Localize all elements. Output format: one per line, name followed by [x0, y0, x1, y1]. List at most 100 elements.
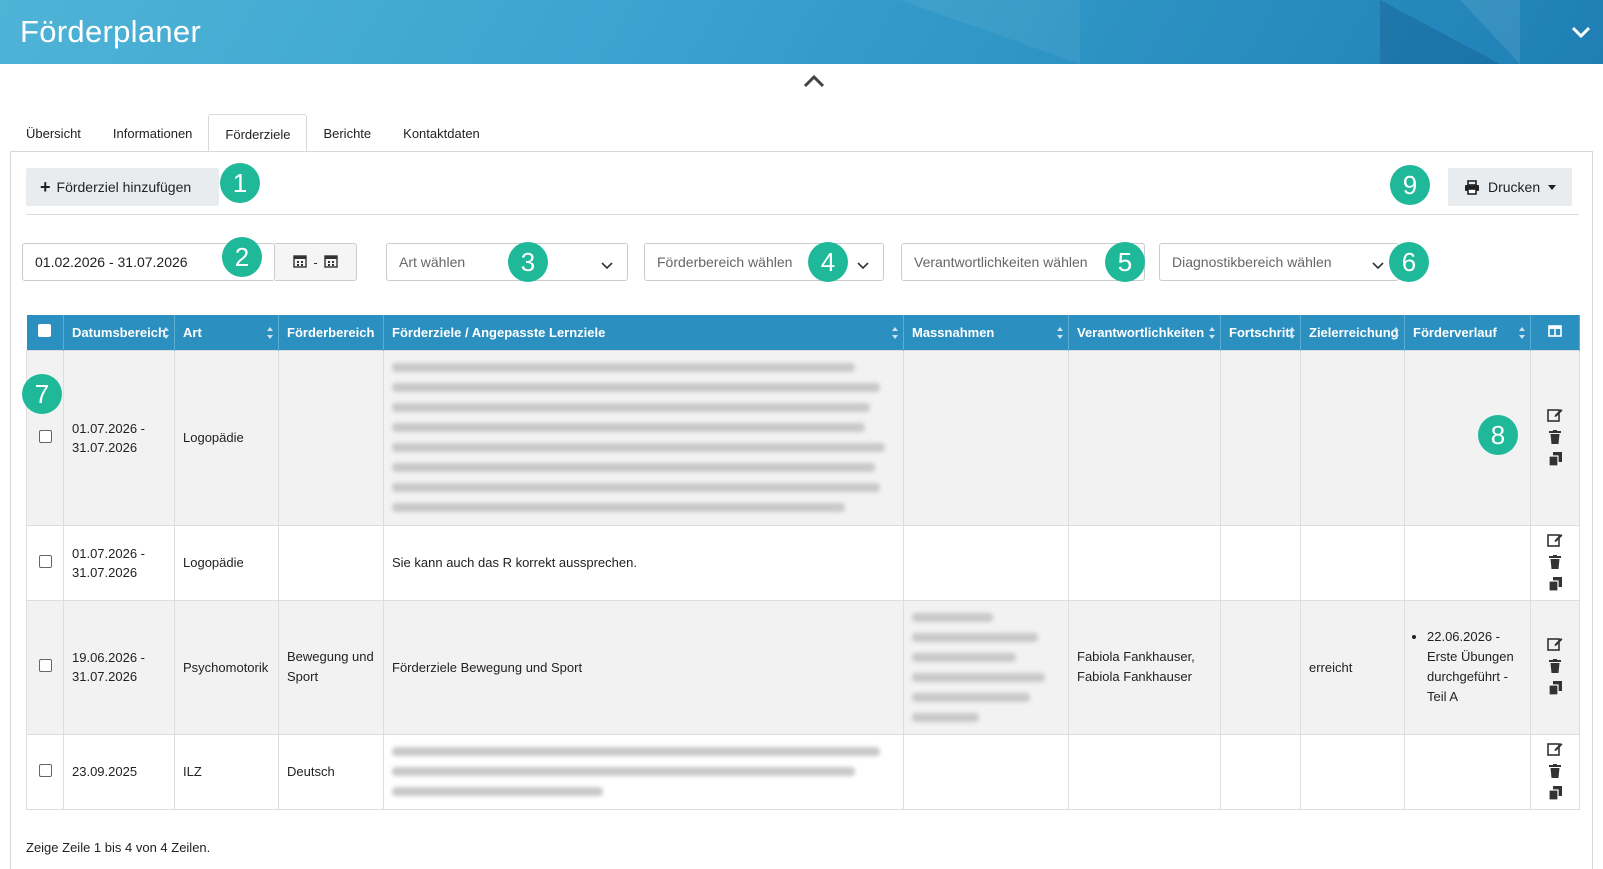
add-foerderziel-button[interactable]: + Förderziel hinzufügen	[26, 168, 219, 206]
table-header-row: Datumsbereich Art Förderbereich Förderzi…	[26, 315, 1580, 350]
sort-icon	[1057, 327, 1063, 339]
cell-ziele-redacted	[383, 349, 904, 526]
cell-datum: 23.09.2025	[63, 733, 175, 810]
calendar-icon	[323, 254, 338, 271]
col-header-foerderverlauf[interactable]: Förderverlauf	[1404, 315, 1531, 350]
col-header-fortschritt[interactable]: Fortschritt	[1220, 315, 1301, 350]
cell-datum: 01.07.2026 -31.07.2026	[63, 524, 175, 601]
cell-verlauf	[1404, 524, 1531, 601]
chevron-down-icon	[857, 257, 869, 273]
tab-bar: Übersicht Informationen Förderziele Beri…	[10, 114, 496, 152]
row-checkbox[interactable]	[26, 599, 64, 735]
print-button[interactable]: Drucken	[1448, 168, 1572, 206]
art-select[interactable]: Art wählen	[386, 243, 628, 281]
calendar-icon	[293, 254, 308, 271]
sort-icon	[1289, 327, 1295, 339]
edit-icon[interactable]	[1547, 532, 1563, 550]
sort-icon	[1393, 327, 1399, 339]
add-foerderziel-label: Förderziel hinzufügen	[56, 179, 192, 195]
cell-verantwortlich: Fabiola Fankhauser, Fabiola Fankhauser	[1068, 599, 1221, 735]
diagnostikbereich-placeholder: Diagnostikbereich wählen	[1172, 254, 1332, 270]
col-header-zielerreichung[interactable]: Zielerreichung	[1300, 315, 1405, 350]
cell-zielerreichung	[1300, 349, 1405, 526]
art-placeholder: Art wählen	[399, 254, 466, 270]
cell-verlauf	[1404, 733, 1531, 810]
callout-badge-5: 5	[1105, 242, 1145, 282]
select-all-checkbox[interactable]	[26, 315, 64, 350]
cell-foerderbereich: Bewegung und Sport	[278, 599, 384, 735]
table-row: 01.07.2026 -31.07.2026 Logopädie	[26, 349, 1580, 526]
row-checkbox[interactable]	[26, 733, 64, 810]
foerderbereich-placeholder: Förderbereich wählen	[657, 254, 793, 270]
callout-badge-1: 1	[220, 163, 260, 203]
tab-foerderziele[interactable]: Förderziele	[208, 114, 308, 152]
col-header-art[interactable]: Art	[174, 315, 279, 350]
plus-icon: +	[40, 176, 51, 197]
col-header-massnahmen[interactable]: Massnahmen	[903, 315, 1069, 350]
cell-art: Logopädie	[174, 524, 279, 601]
row-checkbox[interactable]	[26, 524, 64, 601]
tab-uebersicht[interactable]: Übersicht	[10, 114, 97, 152]
table-row: 01.07.2026 -31.07.2026 Logopädie Sie kan…	[26, 524, 1580, 601]
cell-actions	[1530, 599, 1580, 735]
cell-zielerreichung	[1300, 524, 1405, 601]
app-title: Förderplaner	[20, 14, 202, 49]
printer-icon	[1464, 179, 1480, 195]
cell-verantwortlich	[1068, 733, 1221, 810]
table-row: 23.09.2025 ILZ Deutsch	[26, 733, 1580, 810]
verantwortlichkeiten-placeholder: Verantwortlichkeiten wählen	[914, 254, 1088, 270]
callout-badge-7: 7	[22, 374, 62, 414]
trash-icon[interactable]	[1549, 429, 1561, 447]
col-header-foerderbereich[interactable]: Förderbereich	[278, 315, 384, 350]
callout-badge-4: 4	[808, 242, 848, 282]
callout-badge-9: 9	[1390, 165, 1430, 205]
edit-icon[interactable]	[1547, 407, 1563, 425]
date-picker-button[interactable]: -	[275, 243, 357, 281]
column-toggle-icon[interactable]	[1530, 315, 1580, 350]
cell-datum: 19.06.2026 -31.07.2026	[63, 599, 175, 735]
cell-massnahmen-redacted	[903, 599, 1069, 735]
chevron-down-icon	[601, 257, 613, 273]
cell-zielerreichung	[1300, 733, 1405, 810]
copy-icon[interactable]	[1547, 681, 1562, 698]
cell-massnahmen	[903, 349, 1069, 526]
cell-ziele: Förderziele Bewegung und Sport	[383, 599, 904, 735]
cell-fortschritt	[1220, 349, 1301, 526]
cell-foerderbereich	[278, 524, 384, 601]
copy-icon[interactable]	[1547, 451, 1562, 469]
cell-fortschritt	[1220, 524, 1301, 601]
tab-informationen[interactable]: Informationen	[97, 114, 209, 152]
cell-art: ILZ	[174, 733, 279, 810]
tab-kontaktdaten[interactable]: Kontaktdaten	[387, 114, 496, 152]
copy-icon[interactable]	[1547, 785, 1562, 803]
callout-badge-8: 8	[1478, 415, 1518, 455]
edit-icon[interactable]	[1547, 636, 1563, 654]
trash-icon[interactable]	[1549, 763, 1561, 781]
tab-berichte[interactable]: Berichte	[307, 114, 387, 152]
cell-foerderbereich	[278, 349, 384, 526]
chevron-up-icon[interactable]	[803, 73, 825, 92]
cell-actions	[1530, 733, 1580, 810]
chevron-down-icon[interactable]	[1571, 25, 1591, 42]
col-header-datumsbereich[interactable]: Datumsbereich	[63, 315, 175, 350]
cell-art: Psychomotorik	[174, 599, 279, 735]
foerderziele-table: Datumsbereich Art Förderbereich Förderzi…	[26, 315, 1580, 810]
trash-icon[interactable]	[1549, 659, 1561, 676]
diagnostikbereich-select[interactable]: Diagnostikbereich wählen	[1159, 243, 1399, 281]
col-header-verantwortlichkeiten[interactable]: Verantwortlichkeiten	[1068, 315, 1221, 350]
foerderbereich-select[interactable]: Förderbereich wählen	[644, 243, 884, 281]
edit-icon[interactable]	[1547, 741, 1563, 759]
copy-icon[interactable]	[1547, 576, 1562, 594]
sort-icon	[1209, 327, 1215, 339]
print-label: Drucken	[1488, 179, 1541, 195]
cell-verantwortlich	[1068, 524, 1221, 601]
cell-massnahmen	[903, 733, 1069, 810]
table-row: 19.06.2026 -31.07.2026 Psychomotorik Bew…	[26, 599, 1580, 735]
cell-zielerreichung: erreicht	[1300, 599, 1405, 735]
callout-badge-6: 6	[1389, 242, 1429, 282]
sort-icon	[267, 327, 273, 339]
pagination-info: Zeige Zeile 1 bis 4 von 4 Zeilen.	[26, 840, 211, 855]
trash-icon[interactable]	[1549, 554, 1561, 572]
cell-actions	[1530, 524, 1580, 601]
col-header-foerderziele[interactable]: Förderziele / Angepasste Lernziele	[383, 315, 904, 350]
